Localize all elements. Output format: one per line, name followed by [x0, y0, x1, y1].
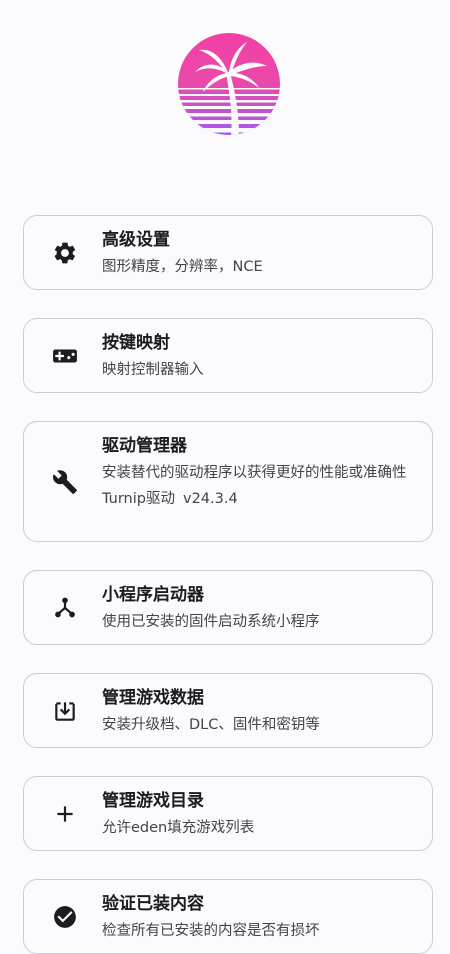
gamepad-icon — [51, 342, 79, 370]
wrench-icon — [51, 468, 79, 496]
check-circle-icon — [51, 903, 79, 931]
card-title: 高级设置 — [102, 230, 170, 250]
card-title: 小程序启动器 — [102, 585, 204, 605]
input-mapping-card[interactable]: 按键映射 映射控制器输入 — [23, 318, 433, 393]
driver-manager-card[interactable]: 驱动管理器 安装替代的驱动程序以获得更好的性能或准确性 Turnip驱动 v24.… — [23, 421, 433, 542]
card-title: 按键映射 — [102, 333, 170, 353]
card-title: 驱动管理器 — [102, 436, 187, 456]
applet-icon — [51, 594, 79, 622]
driver-version: v24.3.4 — [182, 491, 238, 507]
advanced-settings-card[interactable]: 高级设置 图形精度，分辨率，NCE — [23, 215, 433, 290]
card-description: 检查所有已安装的内容是否有损坏 — [102, 923, 320, 939]
verify-contents-card[interactable]: 验证已装内容 检查所有已安装的内容是否有损坏 — [23, 879, 433, 954]
applet-launcher-card[interactable]: 小程序启动器 使用已安装的固件启动系统小程序 — [23, 570, 433, 645]
manage-game-data-card[interactable]: 管理游戏数据 安装升级档、DLC、固件和密钥等 — [23, 673, 433, 748]
card-description: 安装替代的驱动程序以获得更好的性能或准确性 — [102, 465, 407, 481]
card-description: 允许eden填充游戏列表 — [102, 820, 255, 836]
card-title: 验证已装内容 — [102, 894, 204, 914]
driver-info: Turnip驱动 v24.3.4 — [102, 488, 414, 510]
game-directories-card[interactable]: 管理游戏目录 允许eden填充游戏列表 — [23, 776, 433, 851]
gear-icon — [51, 239, 79, 267]
card-title: 管理游戏数据 — [102, 688, 204, 708]
palm-tree-logo-icon — [178, 33, 280, 135]
card-description: 映射控制器输入 — [102, 362, 204, 378]
card-title: 管理游戏目录 — [102, 791, 204, 811]
add-icon — [51, 800, 79, 828]
card-description: 安装升级档、DLC、固件和密钥等 — [102, 717, 320, 733]
driver-name: Turnip驱动 — [102, 491, 175, 507]
card-description: 使用已安装的固件启动系统小程序 — [102, 614, 320, 630]
app-logo — [177, 32, 281, 136]
install-icon — [51, 697, 79, 725]
card-description: 图形精度，分辨率，NCE — [102, 259, 263, 275]
